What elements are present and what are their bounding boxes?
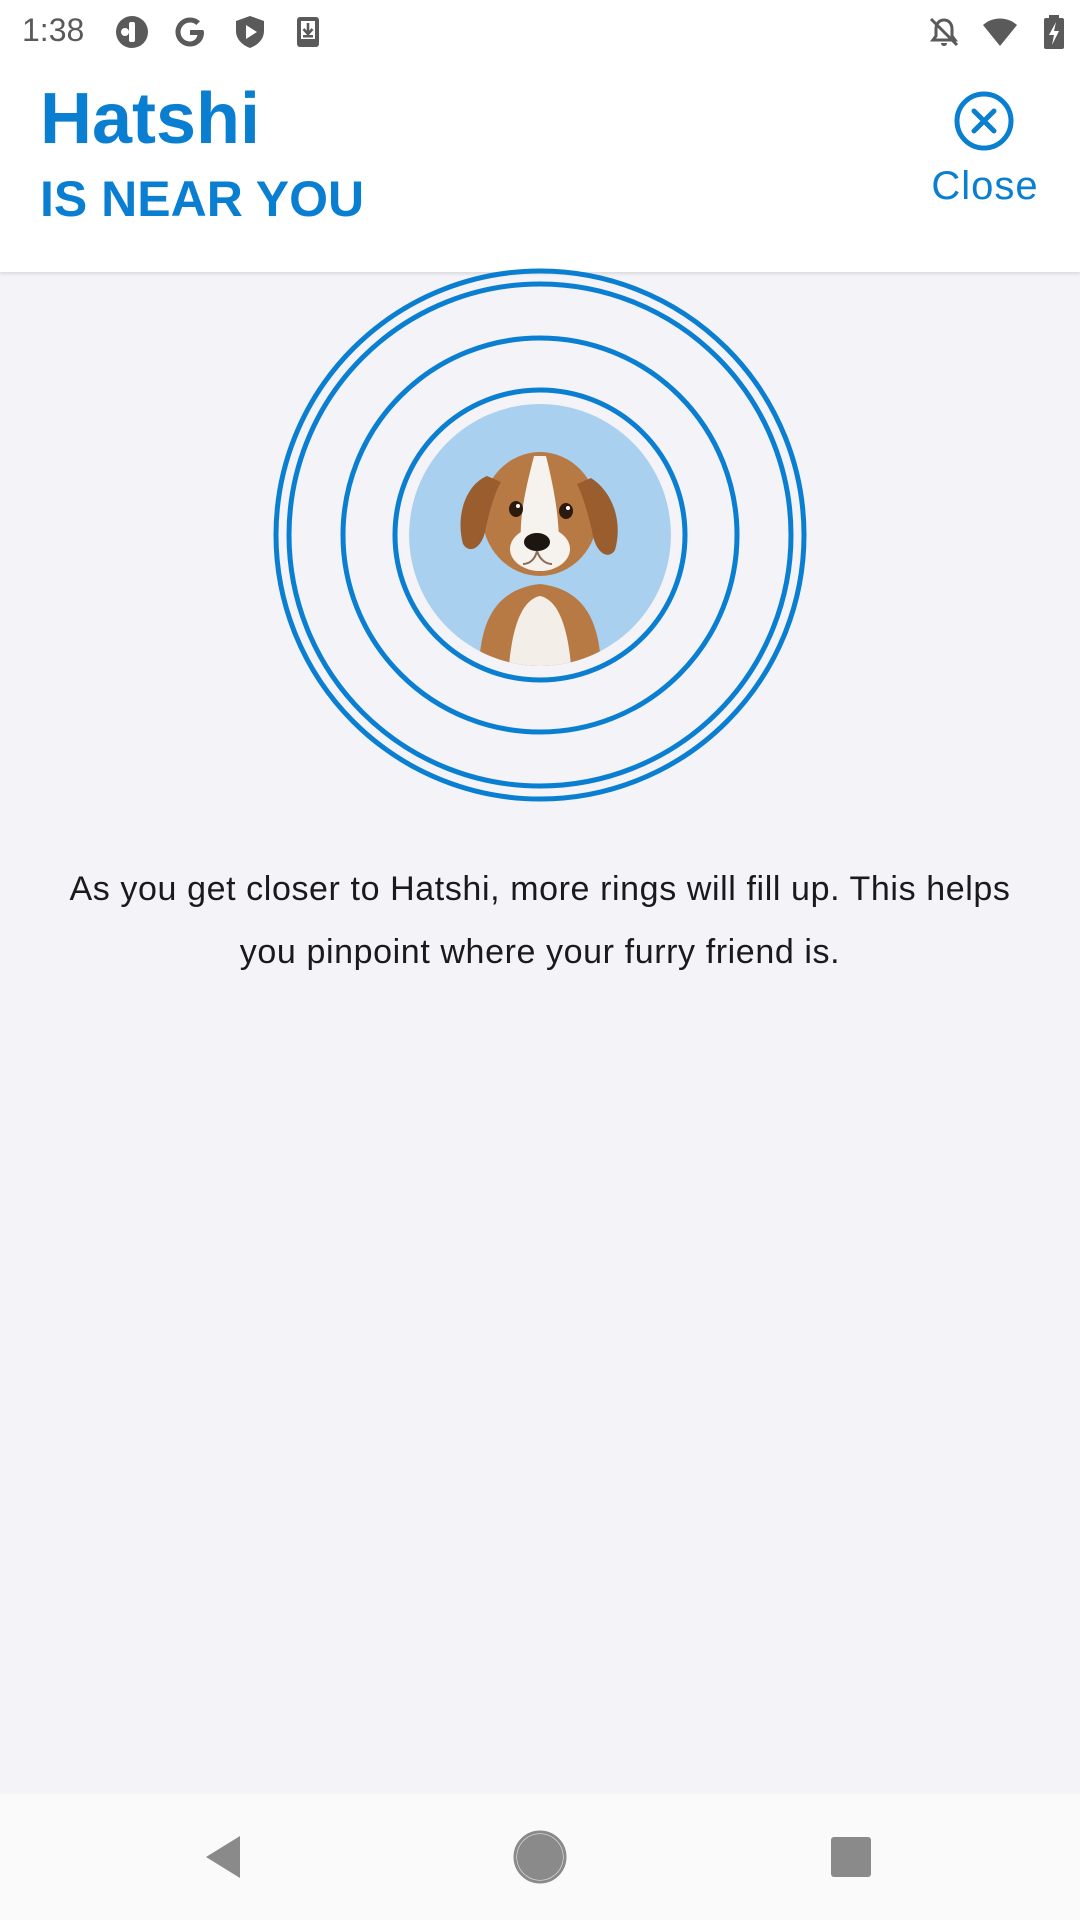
download-icon — [297, 17, 319, 47]
close-button[interactable]: Close — [920, 84, 1050, 224]
pet-status: IS NEAR YOU — [40, 171, 365, 227]
wifi-icon — [983, 18, 1017, 46]
pet-name: Hatshi — [40, 79, 261, 159]
recents-icon[interactable] — [818, 1824, 884, 1890]
header: Hatshi IS NEAR YOU Close — [0, 64, 1080, 272]
podcast-app-icon — [116, 16, 148, 48]
status-time: 1:38 — [22, 12, 85, 48]
close-label[interactable]: Close — [920, 164, 1050, 209]
back-icon[interactable] — [192, 1824, 258, 1890]
google-icon — [175, 17, 204, 47]
bell-off-icon — [929, 17, 959, 47]
proximity-description: As you get closer to Hatshi, more rings … — [69, 870, 1011, 971]
status-bar: 1:38 — [0, 0, 1080, 64]
pet-avatar — [409, 404, 671, 666]
navigation-bar — [0, 1794, 1080, 1920]
battery-charging-icon — [1044, 15, 1064, 49]
home-icon[interactable] — [507, 1824, 573, 1890]
close-icon[interactable] — [953, 90, 1015, 152]
shield-play-icon — [236, 16, 264, 48]
